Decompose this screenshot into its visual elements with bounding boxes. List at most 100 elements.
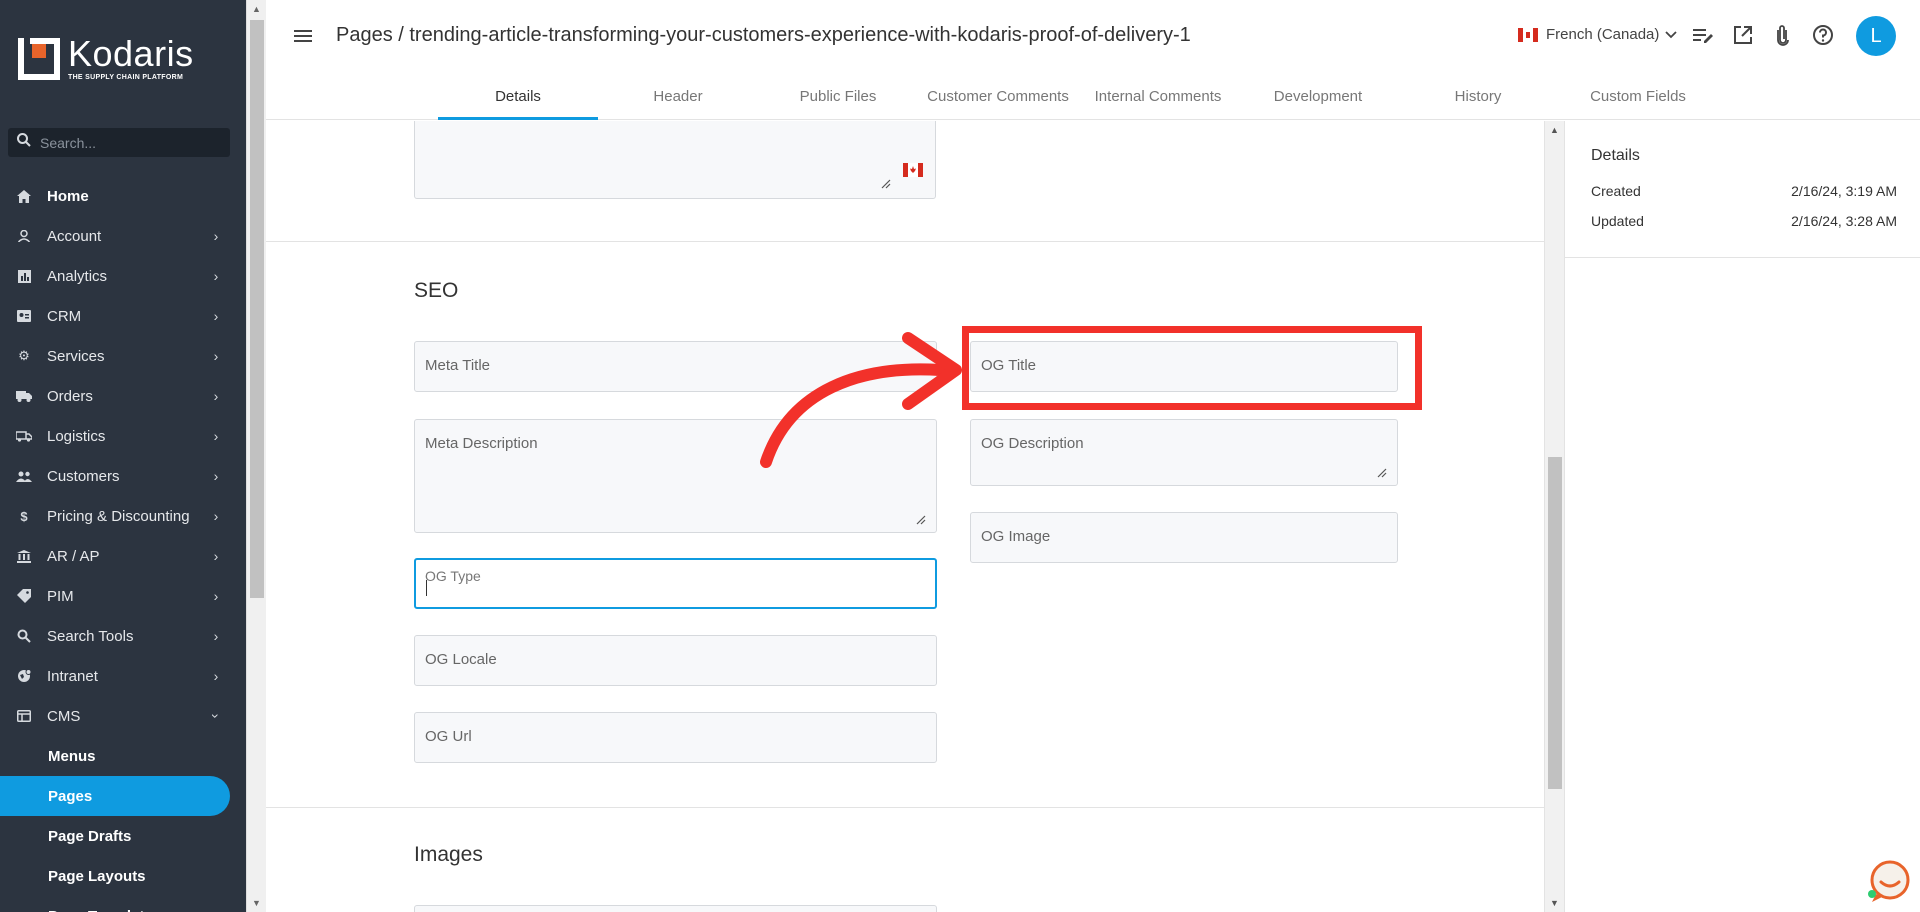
tab-header[interactable]: Header (598, 72, 758, 120)
updated-value: 2/16/24, 3:28 AM (1791, 213, 1897, 229)
top-bar: Pages / trending-article-transforming-yo… (266, 0, 1920, 120)
main-content: SEO Meta Title Meta Description OG Type … (266, 121, 1544, 912)
og-url-field[interactable]: OG Url (414, 712, 937, 763)
sidebar-item-ar-ap[interactable]: AR / AP › (0, 536, 246, 576)
updated-row: Updated 2/16/24, 3:28 AM (1591, 213, 1897, 229)
sidebar-item-services[interactable]: ⚙ Services › (0, 336, 246, 376)
chevron-right-icon: › (213, 628, 219, 644)
annotation-highlight-box (962, 326, 1422, 410)
scroll-down-icon[interactable]: ▼ (1550, 898, 1559, 908)
images-section-title: Images (414, 843, 483, 866)
sidebar-item-crm[interactable]: CRM › (0, 296, 246, 336)
sidebar-item-intranet[interactable]: Intranet › (0, 656, 246, 696)
sidebar-item-pim[interactable]: PIM › (0, 576, 246, 616)
tab-public-files[interactable]: Public Files (758, 72, 918, 120)
open-external-icon[interactable] (1730, 22, 1756, 48)
scroll-up-icon[interactable]: ▲ (252, 4, 261, 14)
og-description-field[interactable]: OG Description (970, 419, 1398, 486)
content-scrollbar-thumb[interactable] (1548, 457, 1562, 789)
created-label: Created (1591, 183, 1641, 199)
resize-handle-icon[interactable] (916, 512, 926, 525)
details-divider (1565, 257, 1920, 258)
sidebar-subitem-page-drafts[interactable]: Page Drafts (0, 816, 246, 856)
og-type-label: OG Type (425, 568, 481, 584)
tab-custom-fields[interactable]: Custom Fields (1558, 72, 1718, 120)
sidebar-item-label: Orders (47, 387, 93, 405)
user-avatar[interactable]: L (1856, 16, 1896, 56)
text-cursor (426, 580, 427, 596)
sidebar-item-label: PIM (47, 587, 74, 605)
scroll-down-icon[interactable]: ▼ (252, 898, 261, 908)
sidebar-item-account[interactable]: Account › (0, 216, 246, 256)
content-scrollbar[interactable]: ▲ ▼ (1544, 121, 1564, 912)
og-description-label: OG Description (981, 435, 1084, 452)
attachment-icon[interactable] (1770, 22, 1796, 48)
chevron-right-icon: › (213, 548, 219, 564)
kodaris-logo-icon (18, 37, 60, 80)
search-tools-icon (16, 628, 32, 644)
canada-flag-icon (1518, 27, 1538, 42)
sidebar-item-orders[interactable]: Orders › (0, 376, 246, 416)
sidebar-subitem-pages[interactable]: Pages (0, 776, 230, 816)
dollar-icon: $ (20, 508, 28, 524)
sidebar-subitem-menus[interactable]: Menus (0, 736, 246, 776)
tab-history[interactable]: History (1398, 72, 1558, 120)
chevron-right-icon: › (213, 468, 219, 484)
sidebar-item-pricing[interactable]: $ Pricing & Discounting › (0, 496, 246, 536)
tab-bar: Details Header Public Files Customer Com… (438, 72, 1718, 120)
app-root: Kodaris THE SUPPLY CHAIN PLATFORM Home A… (0, 0, 1920, 912)
sidebar-item-logistics[interactable]: Logistics › (0, 416, 246, 456)
account-icon (16, 228, 32, 244)
sidebar-scrollbar[interactable]: ▲ ▼ (246, 0, 266, 912)
og-type-field[interactable]: OG Type (414, 558, 937, 609)
sidebar-item-customers[interactable]: Customers › (0, 456, 246, 496)
details-panel: Details Created 2/16/24, 3:19 AM Updated… (1564, 121, 1920, 912)
brand-name: Kodaris (68, 33, 194, 74)
hamburger-menu-icon[interactable] (292, 26, 314, 46)
resize-handle-icon[interactable] (1377, 465, 1387, 478)
sidebar-item-label: Intranet (47, 667, 98, 685)
brand-tagline: THE SUPPLY CHAIN PLATFORM (68, 74, 184, 81)
tab-customer-comments[interactable]: Customer Comments (918, 72, 1078, 120)
help-icon[interactable] (1810, 22, 1836, 48)
image-field[interactable] (414, 905, 937, 912)
sidebar-item-analytics[interactable]: Analytics › (0, 256, 246, 296)
sidebar-item-cms[interactable]: CMS › (0, 696, 246, 736)
updated-label: Updated (1591, 213, 1644, 229)
sidebar-item-home[interactable]: Home (0, 176, 246, 216)
sidebar-search[interactable] (8, 128, 230, 157)
resize-handle-icon[interactable] (881, 176, 891, 189)
details-heading: Details (1591, 147, 1640, 164)
customers-icon (16, 468, 32, 484)
chevron-right-icon: › (213, 508, 219, 524)
edit-list-icon[interactable] (1690, 22, 1716, 48)
chevron-right-icon: › (213, 428, 219, 444)
og-image-field[interactable]: OG Image (970, 512, 1398, 563)
chat-support-icon[interactable] (1866, 858, 1912, 904)
tab-details[interactable]: Details (438, 72, 598, 120)
sidebar-subitem-page-templates[interactable]: Page Templates (0, 896, 246, 912)
chevron-down-icon: › (208, 713, 224, 719)
language-selector[interactable]: French (Canada) (1518, 26, 1678, 43)
tag-icon (16, 588, 32, 604)
created-value: 2/16/24, 3:19 AM (1791, 183, 1897, 199)
sidebar-item-label: Services (47, 347, 105, 365)
kodaris-logo[interactable]: Kodaris THE SUPPLY CHAIN PLATFORM (18, 36, 194, 81)
sidebar: Kodaris THE SUPPLY CHAIN PLATFORM Home A… (0, 0, 246, 912)
content-textarea[interactable] (414, 121, 936, 199)
chevron-right-icon: › (213, 348, 219, 364)
bank-icon (16, 548, 32, 564)
tab-internal-comments[interactable]: Internal Comments (1078, 72, 1238, 120)
search-icon (16, 132, 32, 153)
tab-development[interactable]: Development (1238, 72, 1398, 120)
sidebar-nav: Home Account › Analytics › CRM › ⚙ Servi… (0, 176, 246, 912)
sidebar-subitem-page-layouts[interactable]: Page Layouts (0, 856, 246, 896)
created-row: Created 2/16/24, 3:19 AM (1591, 183, 1897, 199)
sidebar-search-input[interactable] (40, 134, 210, 151)
sidebar-scrollbar-thumb[interactable] (250, 20, 264, 598)
chevron-right-icon: › (213, 668, 219, 684)
scroll-up-icon[interactable]: ▲ (1550, 125, 1559, 135)
og-locale-field[interactable]: OG Locale (414, 635, 937, 686)
sidebar-item-search-tools[interactable]: Search Tools › (0, 616, 246, 656)
chevron-right-icon: › (213, 388, 219, 404)
